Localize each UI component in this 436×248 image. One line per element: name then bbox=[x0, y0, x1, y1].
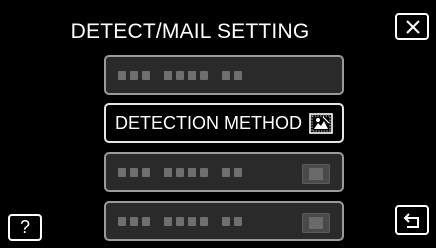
return-arrow-icon bbox=[403, 213, 419, 228]
menu-item-disabled-4 bbox=[104, 201, 344, 241]
menu-item-disabled-1 bbox=[104, 55, 344, 95]
camera-menu-screen: DETECT/MAIL SETTING DETECTION METHOD ? bbox=[0, 0, 436, 248]
placeholder-icon bbox=[302, 164, 330, 184]
help-button[interactable]: ? bbox=[8, 214, 42, 241]
back-button[interactable] bbox=[395, 205, 429, 235]
placeholder-icon bbox=[302, 213, 330, 233]
close-icon bbox=[406, 20, 420, 34]
detection-method-icon bbox=[309, 113, 333, 134]
disabled-label-placeholder bbox=[118, 71, 242, 81]
close-button[interactable] bbox=[395, 13, 429, 40]
disabled-label-placeholder bbox=[118, 217, 242, 227]
menu-item-label: DETECTION METHOD bbox=[115, 113, 302, 133]
help-button-label: ? bbox=[19, 217, 30, 237]
disabled-label-placeholder bbox=[118, 168, 242, 178]
menu-item-disabled-3 bbox=[104, 152, 344, 192]
page-title: DETECT/MAIL SETTING bbox=[70, 20, 310, 43]
menu-item-detection-method[interactable]: DETECTION METHOD bbox=[104, 103, 344, 143]
